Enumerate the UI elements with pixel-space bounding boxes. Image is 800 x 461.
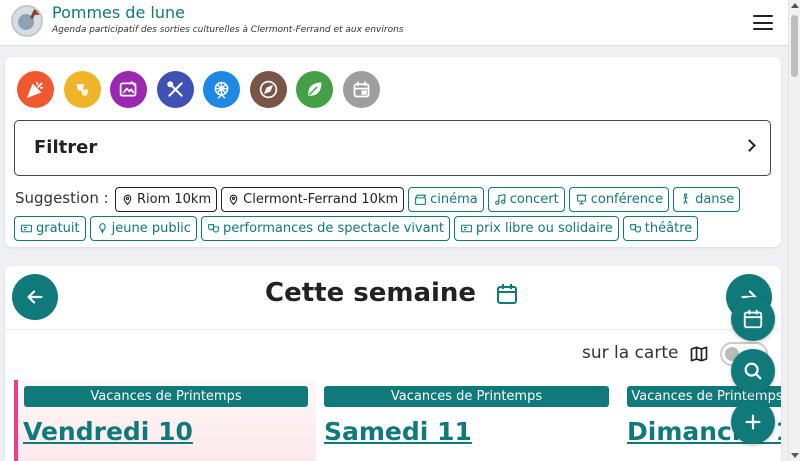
suggestion-chip[interactable]: Clermont-Ferrand 10km [221, 187, 405, 212]
masks-icon [629, 224, 641, 233]
clapperboard-icon [415, 194, 427, 205]
theater-icon[interactable] [63, 71, 101, 108]
tools-icon[interactable] [156, 71, 194, 108]
add-event-fab-button[interactable] [731, 400, 775, 444]
category-row [17, 71, 380, 108]
calendar-icon[interactable] [495, 282, 519, 306]
plus-icon [745, 414, 761, 430]
filter-button[interactable]: Filtrer [14, 120, 771, 176]
suggestion-chip-label: cinéma [430, 192, 478, 207]
map-toggle-label: sur la carte [582, 343, 679, 363]
week-panel: Cette semaine sur la carte Vacances de P… [5, 266, 781, 461]
site-logo[interactable] [11, 5, 43, 37]
map-pin-icon [229, 194, 238, 206]
filter-label: Filtrer [34, 137, 98, 158]
suggestion-chip[interactable]: théâtre [622, 216, 699, 241]
suggestion-chip-label: concert [509, 192, 559, 207]
day-title-link[interactable]: Samedi 11 [324, 417, 472, 446]
divider [5, 329, 781, 330]
suggestion-chips-row1: Riom 10km Clermont-Ferrand 10km cinéma conc… [115, 187, 741, 212]
music-icon [494, 193, 506, 205]
arrow-left-icon [27, 290, 43, 304]
week-title: Cette semaine [265, 278, 477, 308]
map-pin-icon [123, 194, 132, 206]
day-column: Vacances de Printemps Vendredi 10 [14, 380, 316, 461]
site-brand[interactable]: Pommes de lune [52, 3, 185, 22]
suggestion-chip[interactable]: conférence [568, 187, 670, 212]
palette-icon[interactable] [110, 71, 147, 108]
site-tagline: Agenda participatif des sorties culturel… [52, 25, 404, 35]
top-navbar: Pommes de lune Agenda participatif des s… [0, 0, 788, 46]
suggestion-chip[interactable]: Riom 10km [115, 187, 218, 212]
calendar-icon [743, 309, 763, 329]
suggestion-chip-label: gratuit [36, 221, 80, 236]
suggestion-chip[interactable]: gratuit [14, 216, 86, 241]
search-fab-button[interactable] [731, 349, 775, 393]
suggestion-chip-label: danse [695, 192, 735, 207]
map-icon [690, 346, 708, 362]
day-title-link[interactable]: Vendredi 10 [23, 417, 193, 446]
filter-panel: Filtrer Suggestion : Riom 10km Clermont-F… [5, 57, 781, 247]
ferris-wheel-icon[interactable] [203, 71, 240, 108]
previous-week-button[interactable] [12, 274, 58, 320]
suggestion-chip-label: conférence [590, 192, 664, 207]
suggestion-chip-label: jeune public [111, 221, 191, 236]
ticket-icon [21, 224, 32, 233]
page-scrollbar[interactable] [788, 0, 800, 461]
suggestion-chips-row2: gratuit jeune public performances de spect… [14, 216, 699, 241]
ticket-icon [461, 224, 472, 233]
compass-icon[interactable] [249, 71, 287, 108]
suggestion-chip[interactable]: concert [487, 187, 565, 212]
suggestion-chip[interactable]: cinéma [408, 187, 484, 212]
holiday-badge: Vacances de Printemps [324, 386, 609, 407]
hamburger-menu-icon[interactable] [753, 15, 773, 30]
search-icon [744, 362, 762, 380]
leaf-icon[interactable] [296, 71, 333, 108]
suggestion-chip[interactable]: performances de spectacle vivant [200, 216, 450, 241]
balloon-icon [98, 223, 106, 234]
suggestion-chip[interactable]: jeune public [89, 216, 197, 241]
suggestion-chip-label: Riom 10km [137, 192, 212, 207]
calendar-icon[interactable] [342, 71, 380, 108]
suggestion-chip-label: performances de spectacle vivant [222, 221, 444, 236]
suggestion-chip-label: Clermont-Ferrand 10km [243, 192, 399, 207]
suggestion-chip-label: théâtre [644, 221, 693, 236]
day-column: Vacances de Printemps Samedi 11 [319, 380, 619, 461]
suggestion-chip[interactable]: prix libre ou solidaire [453, 216, 619, 241]
masks-icon [208, 224, 219, 233]
suggestion-label: Suggestion : [15, 189, 109, 207]
suggestion-chip[interactable]: danse [673, 187, 741, 212]
calendar-fab-button[interactable] [731, 297, 775, 341]
party-popper-icon[interactable] [17, 71, 54, 108]
holiday-badge: Vacances de Printemps [24, 386, 308, 407]
chevron-right-icon [743, 139, 756, 152]
suggestion-chip-label: prix libre ou solidaire [475, 221, 613, 236]
dancer-icon [683, 193, 688, 205]
presentation-icon [576, 194, 587, 205]
